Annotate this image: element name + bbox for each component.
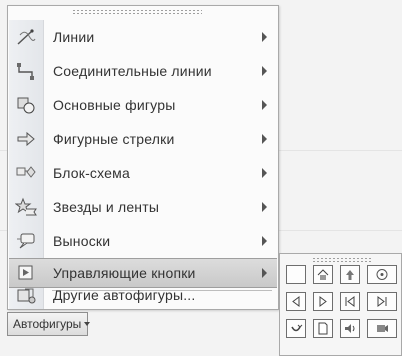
dropdown-arrow-icon <box>84 322 91 326</box>
autoshapes-button[interactable]: Автофигуры <box>7 312 91 336</box>
submenu-arrow-icon <box>262 32 267 42</box>
menu-item-stars-banners[interactable]: Звезды и ленты <box>9 192 277 222</box>
submenu-drag-grip[interactable] <box>312 257 372 262</box>
action-button-movie-icon[interactable] <box>367 319 397 338</box>
action-button-document-icon[interactable] <box>313 319 333 338</box>
action-button-back-icon[interactable] <box>286 292 306 311</box>
menu-item-connectors[interactable]: Соединительные линии <box>9 56 277 86</box>
flowchart-icon <box>9 158 43 188</box>
action-button-beginning-icon[interactable] <box>340 292 360 311</box>
action-button-custom-icon[interactable] <box>286 265 306 284</box>
connectors-icon <box>9 56 43 86</box>
submenu-arrow-icon <box>262 236 267 246</box>
autoshapes-menu: Линии Соединительные линии Основные фигу… <box>7 5 279 310</box>
menu-item-label: Выноски <box>53 233 111 249</box>
submenu-arrow-icon <box>262 66 267 76</box>
menu-item-block-arrows[interactable]: Фигурные стрелки <box>9 124 277 154</box>
menu-item-more-autoshapes[interactable]: Другие автофигуры... <box>9 282 277 308</box>
menu-item-label: Блок-схема <box>53 165 130 181</box>
submenu-arrow-icon <box>262 168 267 178</box>
menu-drag-grip[interactable] <box>72 9 202 15</box>
action-button-return-icon[interactable] <box>286 319 306 338</box>
stars-banners-icon <box>9 192 43 222</box>
menu-item-label: Другие автофигуры... <box>53 287 196 303</box>
submenu-arrow-icon <box>262 202 267 212</box>
menu-item-label: Звезды и ленты <box>53 199 160 215</box>
more-autoshapes-icon <box>9 282 43 308</box>
submenu-arrow-icon <box>262 100 267 110</box>
callouts-icon <box>9 226 43 256</box>
submenu-arrow-icon <box>262 268 267 278</box>
lines-icon <box>9 22 43 52</box>
menu-item-label: Соединительные линии <box>53 63 212 79</box>
action-buttons-submenu <box>279 253 402 356</box>
menu-item-label: Линии <box>53 29 95 45</box>
action-button-information-icon[interactable] <box>367 265 397 284</box>
menu-item-label: Основные фигуры <box>53 97 176 113</box>
action-button-help-icon[interactable] <box>340 265 360 284</box>
action-button-end-icon[interactable] <box>367 292 397 311</box>
menu-item-label: Фигурные стрелки <box>53 131 175 147</box>
action-button-home-icon[interactable] <box>313 265 333 284</box>
menu-item-lines[interactable]: Линии <box>9 22 277 52</box>
menu-item-basic-shapes[interactable]: Основные фигуры <box>9 90 277 120</box>
menu-item-callouts[interactable]: Выноски <box>9 226 277 256</box>
autoshapes-button-label: Автофигуры <box>13 317 82 331</box>
submenu-arrow-icon <box>262 134 267 144</box>
menu-item-flowchart[interactable]: Блок-схема <box>9 158 277 188</box>
action-button-sound-icon[interactable] <box>340 319 360 338</box>
action-button-forward-icon[interactable] <box>313 292 333 311</box>
menu-item-label: Управляющие кнопки <box>53 265 196 281</box>
basic-shapes-icon <box>9 90 43 120</box>
block-arrows-icon <box>9 124 43 154</box>
